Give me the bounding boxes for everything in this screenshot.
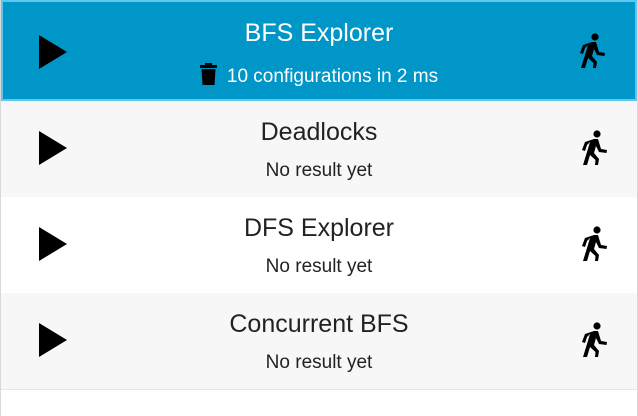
explorer-result: No result yet xyxy=(265,256,373,277)
runner-icon[interactable] xyxy=(579,322,609,358)
explorer-list: BFS Explorer 10 configurations in 2 ms D… xyxy=(0,0,638,416)
runner-icon[interactable] xyxy=(577,33,607,69)
runner-icon[interactable] xyxy=(579,130,609,166)
trash-icon[interactable] xyxy=(199,63,217,85)
empty-list-row xyxy=(1,389,637,416)
explorer-row-dfs-explorer[interactable]: DFS Explorer No result yet xyxy=(1,197,637,293)
explorer-result-text: 10 configurations in 2 ms xyxy=(226,66,439,87)
explorer-result: No result yet xyxy=(265,160,373,181)
explorer-row-bfs-explorer[interactable]: BFS Explorer 10 configurations in 2 ms xyxy=(1,0,637,101)
explorer-row-deadlocks[interactable]: Deadlocks No result yet xyxy=(1,101,637,197)
explorer-title: DFS Explorer xyxy=(243,214,395,242)
explorer-row-concurrent-bfs[interactable]: Concurrent BFS No result yet xyxy=(1,293,637,389)
explorer-result: No result yet xyxy=(265,352,373,373)
explorer-title: BFS Explorer xyxy=(244,19,394,47)
explorer-title: Deadlocks xyxy=(260,118,378,146)
explorer-title: Concurrent BFS xyxy=(229,310,409,338)
runner-icon[interactable] xyxy=(579,226,609,262)
explorer-result: 10 configurations in 2 ms xyxy=(3,63,635,88)
